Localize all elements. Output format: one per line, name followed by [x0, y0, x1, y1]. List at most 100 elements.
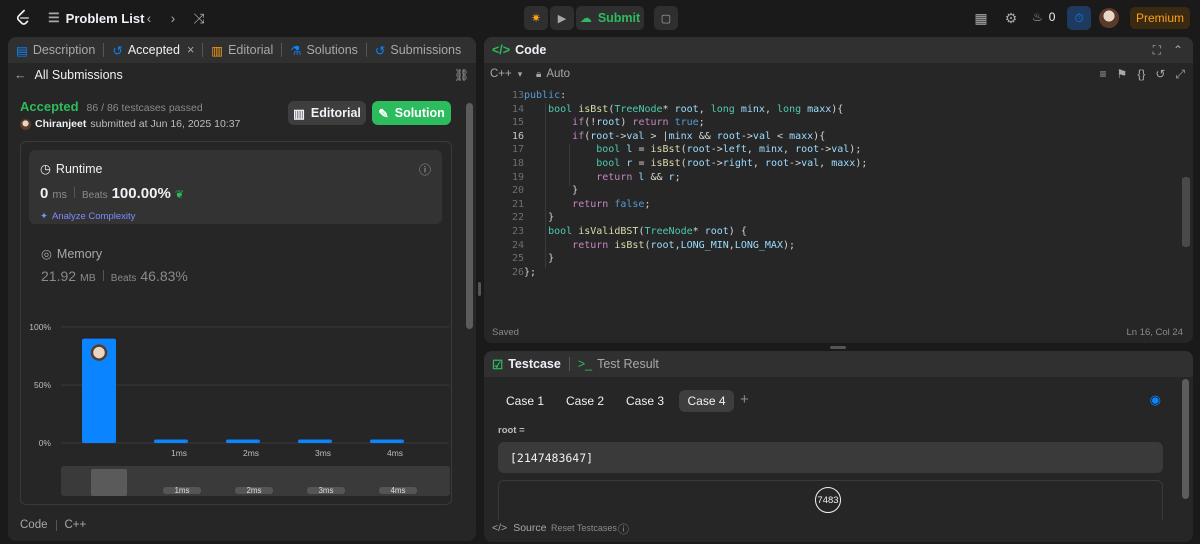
- tab-editorial-label: Editorial: [228, 43, 274, 57]
- left-panel: ▤ Description ↺ Accepted × ▥ Editorial ⚗ Solu…: [8, 37, 476, 541]
- vertical-resize-handle[interactable]: [478, 282, 481, 296]
- source-toggle[interactable]: </> Source: [492, 522, 546, 534]
- memory-header[interactable]: ◎ Memory: [41, 246, 102, 262]
- leaf-icon: ❦: [174, 189, 185, 201]
- code-line[interactable]: 25 }: [484, 252, 1164, 266]
- code-text: if(!root) return true;: [572, 117, 705, 129]
- editorial-button[interactable]: ▥ Editorial: [288, 101, 366, 125]
- code-scrollbar[interactable]: [1182, 177, 1190, 247]
- add-case-icon[interactable]: +: [740, 391, 749, 408]
- notes-button[interactable]: ▢: [654, 6, 678, 30]
- reset-icon[interactable]: ↺: [1155, 67, 1165, 82]
- code-line[interactable]: 13 public:: [484, 89, 1164, 103]
- tab-solutions[interactable]: ⚗ Solutions: [282, 37, 366, 63]
- problem-list-link[interactable]: ☰ Problem List: [48, 10, 144, 26]
- leetcode-logo-icon[interactable]: [14, 9, 32, 27]
- scrollbar[interactable]: [466, 103, 473, 329]
- testcase-panel: ☑ Testcase >_ Test Result Case 1 Case 2 Ca…: [484, 351, 1193, 542]
- debug-button[interactable]: ✷: [524, 6, 548, 30]
- analyze-complexity-link[interactable]: ✦ Analyze Complexity: [40, 211, 135, 222]
- language-value: C++: [490, 68, 512, 80]
- help-icon[interactable]: ⓘ: [618, 521, 629, 537]
- document-icon: ▤: [16, 43, 28, 58]
- minimap-label: 1ms: [174, 486, 190, 495]
- tab-testcase[interactable]: ☑ Testcase: [484, 351, 569, 377]
- testcase-scrollbar[interactable]: [1182, 379, 1189, 499]
- code-line[interactable]: 23 bool isValidBST(TreeNode* root) {: [484, 225, 1164, 239]
- submit-button[interactable]: ☁ Submit: [576, 6, 644, 30]
- case-tab-1[interactable]: Case 1: [501, 390, 549, 412]
- settings-gear-icon[interactable]: ⚙: [1000, 7, 1022, 29]
- braces-icon[interactable]: {}: [1137, 67, 1145, 82]
- clock-icon: ◷: [40, 162, 51, 176]
- streak-counter[interactable]: ♨ 0: [1032, 10, 1055, 24]
- code-line[interactable]: 24 return isBst(root,LONG_MIN,LONG_MAX);: [484, 239, 1164, 253]
- code-line[interactable]: 22 }: [484, 211, 1164, 225]
- code-line[interactable]: 16 if(root->val > |minx && root->val < m…: [484, 130, 1164, 144]
- runtime-card[interactable]: ◷ Runtime ⓘ 0 ms Beats 100.00% ❦ ✦ Analy…: [29, 150, 442, 224]
- code-line[interactable]: 15 if(!root) return true;: [484, 116, 1164, 130]
- chart-bar[interactable]: [226, 439, 260, 443]
- run-button[interactable]: ▶: [550, 6, 574, 30]
- bookmark-icon[interactable]: ⚑: [1117, 67, 1128, 82]
- reset-testcases-link[interactable]: Reset Testcases: [551, 523, 617, 533]
- code-line[interactable]: 19 return l && r;: [484, 171, 1164, 185]
- chevron-down-icon: ▾: [517, 68, 523, 79]
- eye-icon[interactable]: ◉: [1150, 392, 1161, 408]
- tab-editorial[interactable]: ▥ Editorial: [203, 37, 281, 63]
- shuffle-icon[interactable]: ⤨: [188, 7, 210, 29]
- case-tab-3[interactable]: Case 3: [621, 390, 669, 412]
- auto-mode-toggle[interactable]: 🔒︎ Auto: [536, 68, 570, 80]
- info-icon[interactable]: ⓘ: [419, 161, 431, 178]
- all-submissions-link[interactable]: ← All Submissions: [14, 68, 123, 82]
- layout-icon[interactable]: ▦: [970, 7, 992, 29]
- code-line[interactable]: 18 bool r = isBst(root->right, root->val…: [484, 157, 1164, 171]
- code-line[interactable]: 14 bool isBst(TreeNode* root, long minx,…: [484, 103, 1164, 117]
- code-editor[interactable]: 13 public: 14 bool isBst(TreeNode* root, l…: [484, 88, 1174, 278]
- timer-button[interactable]: ⏱: [1067, 6, 1091, 30]
- divider: [102, 270, 104, 281]
- param-input[interactable]: [2147483647]: [498, 442, 1163, 473]
- horizontal-resize-handle[interactable]: [830, 346, 846, 349]
- code-line[interactable]: 26};: [484, 266, 1164, 280]
- source-label: Source: [513, 522, 547, 534]
- collapse-icon[interactable]: ⌃: [1173, 43, 1183, 57]
- chart-bar[interactable]: [154, 439, 188, 443]
- fullscreen-icon[interactable]: ⤢: [1175, 67, 1185, 82]
- tab-description[interactable]: ▤ Description: [8, 37, 103, 63]
- close-icon[interactable]: ×: [187, 43, 194, 57]
- tab-accepted[interactable]: ↺ Accepted ×: [104, 37, 202, 63]
- tree-node[interactable]: 7483: [815, 487, 841, 513]
- solution-button-label: Solution: [394, 106, 445, 120]
- chart-minimap[interactable]: 1ms 2ms 3ms 4ms: [61, 466, 450, 496]
- runtime-distribution-chart: 100% 50% 0% 1ms 2ms 3ms 4ms: [29, 322, 449, 458]
- x-tick-label: 4ms: [387, 448, 403, 458]
- case-tab-4[interactable]: Case 4: [679, 390, 734, 412]
- next-problem-icon[interactable]: ›: [162, 7, 184, 29]
- case-tab-label: Case 2: [565, 394, 605, 408]
- maximize-icon[interactable]: ⛶: [1153, 43, 1161, 58]
- submitter-name[interactable]: Chiranjeet: [35, 118, 86, 130]
- language-select[interactable]: C++ ▾: [490, 68, 522, 80]
- premium-button[interactable]: Premium: [1130, 7, 1190, 29]
- code-footer-language: C++: [64, 519, 87, 531]
- prev-problem-icon[interactable]: ‹: [138, 7, 160, 29]
- tab-test-result[interactable]: >_ Test Result: [570, 351, 667, 377]
- code-line[interactable]: 21 return false;: [484, 198, 1164, 212]
- tab-submissions[interactable]: ↺ Submissions: [367, 37, 469, 63]
- runtime-title: Runtime: [55, 161, 103, 176]
- chart-bar[interactable]: [298, 439, 332, 443]
- chart-bar[interactable]: [370, 439, 404, 443]
- case-tab-2[interactable]: Case 2: [561, 390, 609, 412]
- user-avatar-marker: [90, 344, 108, 361]
- case-tab-label: Case 3: [625, 394, 665, 408]
- sparkle-icon: ✦: [40, 211, 48, 222]
- code-line[interactable]: 20 }: [484, 184, 1164, 198]
- link-icon[interactable]: ⛓: [454, 68, 469, 82]
- solution-button[interactable]: ✎ Solution: [372, 101, 451, 125]
- code-text: }: [548, 253, 555, 265]
- format-icon[interactable]: ≡: [1100, 67, 1107, 82]
- code-line[interactable]: 17 bool l = isBst(root->left, minx, root…: [484, 143, 1164, 157]
- avatar[interactable]: [1099, 8, 1119, 28]
- tab-code[interactable]: </> Code: [484, 37, 554, 63]
